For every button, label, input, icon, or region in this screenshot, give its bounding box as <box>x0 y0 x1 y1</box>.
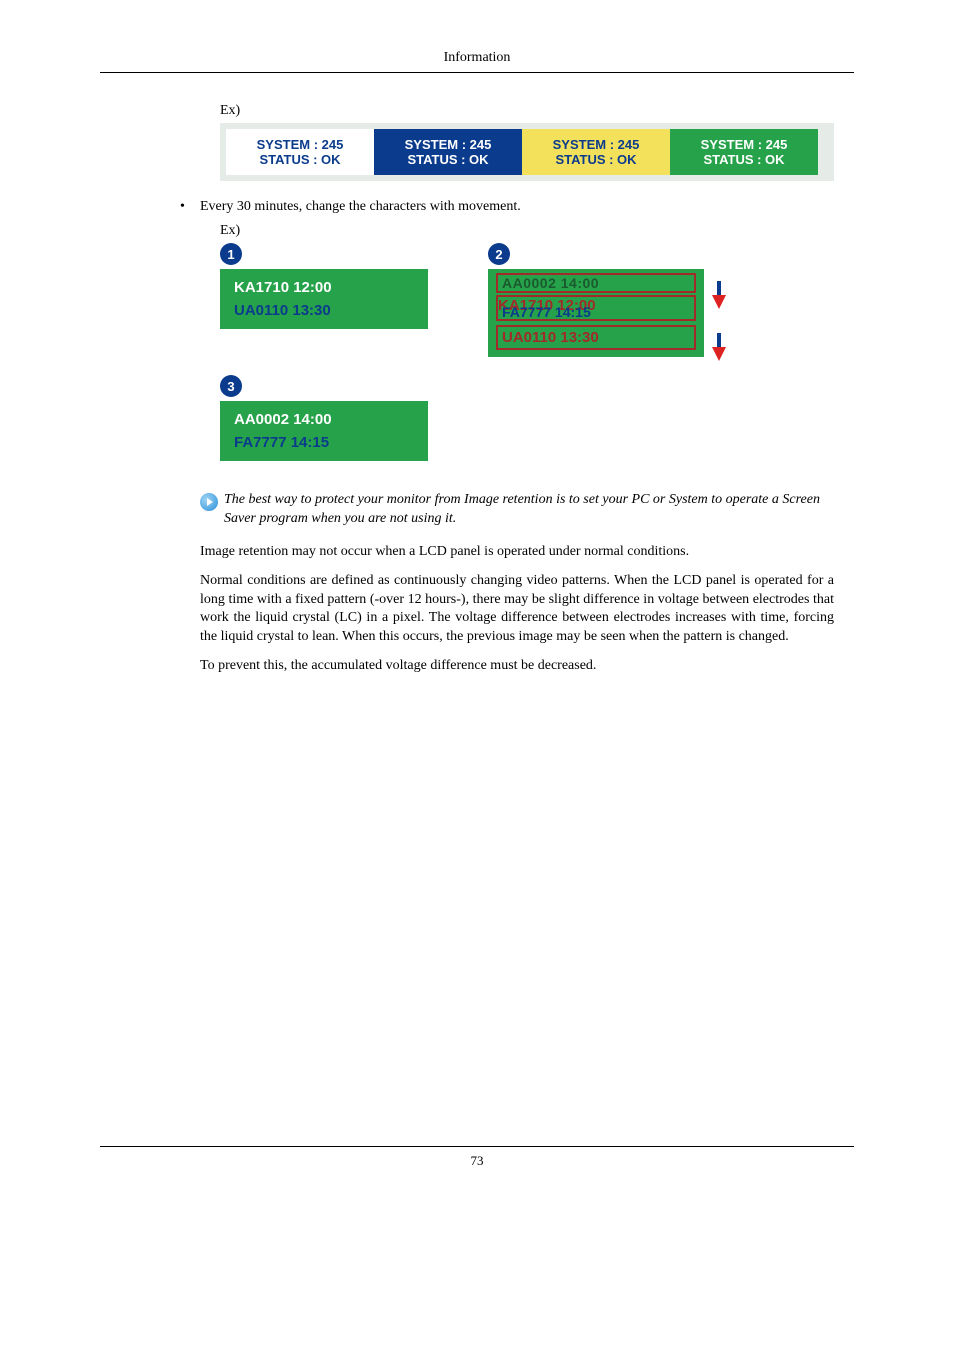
badge-1: 1 <box>220 243 242 265</box>
panel-2-top: AA0002 14:00 <box>496 273 696 293</box>
page-header: Information <box>100 50 854 66</box>
panel-2-mid-front: FA7777 14:15 <box>502 304 694 320</box>
example-strip: SYSTEM : 245 STATUS : OK SYSTEM : 245 ST… <box>220 123 834 181</box>
panel-1-line1: KA1710 12:00 <box>234 279 414 296</box>
tile-1-line1: SYSTEM : 245 <box>257 137 344 152</box>
tile-3-line2: STATUS : OK <box>555 152 636 167</box>
down-arrow-icon <box>712 281 726 309</box>
panel-3-line1: AA0002 14:00 <box>234 411 414 428</box>
example-label-2: Ex) <box>220 223 834 239</box>
panel-3-col: 3 AA0002 14:00 FA7777 14:15 <box>220 375 834 461</box>
panel-1: KA1710 12:00 UA0110 13:30 <box>220 269 428 329</box>
footer-rule <box>100 1146 854 1147</box>
para-1: Image retention may not occur when a LCD… <box>200 543 834 562</box>
panel-2-bot: UA0110 13:30 <box>496 325 696 350</box>
panel-2-col: 2 AA0002 14:00 KA1710 12:00 FA7777 14:15… <box>488 243 726 361</box>
para-2: Normal conditions are defined as continu… <box>200 572 834 648</box>
badge-3: 3 <box>220 375 242 397</box>
bullet-dot-icon: • <box>180 199 200 215</box>
tile-4-line1: SYSTEM : 245 <box>701 137 788 152</box>
panel-3: AA0002 14:00 FA7777 14:15 <box>220 401 428 461</box>
panel-3-line2: FA7777 14:15 <box>234 434 414 451</box>
down-arrow-icon <box>712 333 726 361</box>
badge-2: 2 <box>488 243 510 265</box>
arrow-column <box>712 281 726 361</box>
tip-play-icon <box>200 493 218 511</box>
tile-2: SYSTEM : 245 STATUS : OK <box>374 129 522 175</box>
tile-1-line2: STATUS : OK <box>259 152 340 167</box>
tile-4-line2: STATUS : OK <box>703 152 784 167</box>
panel-2: AA0002 14:00 KA1710 12:00 FA7777 14:15 U… <box>488 269 704 357</box>
panel-2-mid: KA1710 12:00 FA7777 14:15 <box>496 295 696 321</box>
page-number: 73 <box>100 1153 854 1189</box>
tile-1: SYSTEM : 245 STATUS : OK <box>226 129 374 175</box>
tile-3: SYSTEM : 245 STATUS : OK <box>522 129 670 175</box>
tile-2-line2: STATUS : OK <box>407 152 488 167</box>
tip-row: The best way to protect your monitor fro… <box>200 491 834 529</box>
bullet-movement: • Every 30 minutes, change the character… <box>180 199 854 215</box>
bullet-text: Every 30 minutes, change the characters … <box>200 199 521 215</box>
tip-text: The best way to protect your monitor fro… <box>224 491 834 529</box>
tile-3-line1: SYSTEM : 245 <box>553 137 640 152</box>
example-label-1: Ex) <box>220 103 834 119</box>
panel-1-line2: UA0110 13:30 <box>234 302 414 319</box>
tile-2-line1: SYSTEM : 245 <box>405 137 492 152</box>
tile-4: SYSTEM : 245 STATUS : OK <box>670 129 818 175</box>
para-3: To prevent this, the accumulated voltage… <box>200 657 834 676</box>
panel-1-col: 1 KA1710 12:00 UA0110 13:30 <box>220 243 428 329</box>
header-rule <box>100 72 854 73</box>
